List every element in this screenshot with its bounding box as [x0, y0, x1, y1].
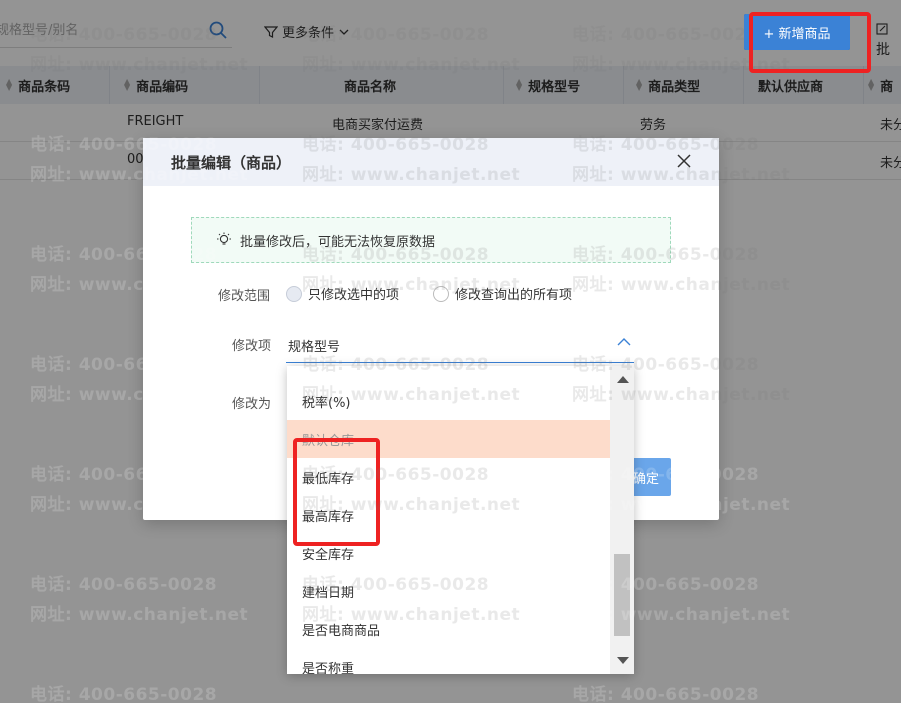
- field-label: 修改项: [232, 339, 272, 354]
- dropdown-option[interactable]: 是否电商商品: [287, 610, 610, 648]
- scroll-up-icon[interactable]: [617, 376, 629, 383]
- change-to-label: 修改为: [232, 397, 272, 412]
- scope-label: 修改范围: [218, 289, 271, 304]
- radio-circle[interactable]: [433, 285, 449, 302]
- scroll-down-icon[interactable]: [617, 657, 629, 664]
- tip-text: 批量修改后，可能无法恢复原数据: [240, 234, 436, 250]
- dialog-header: 批量编辑（商品）: [143, 138, 719, 186]
- annotation-highlight-box: [749, 12, 871, 73]
- warning-tip: 批量修改后，可能无法恢复原数据: [191, 217, 671, 263]
- dialog-title: 批量编辑（商品）: [171, 153, 292, 172]
- radio-circle[interactable]: [286, 285, 302, 302]
- close-icon[interactable]: [675, 152, 693, 170]
- scope-selected-radio[interactable]: 只修改选中的项: [286, 284, 399, 303]
- lightbulb-icon: [217, 232, 231, 245]
- field-select[interactable]: 规格型号: [286, 329, 634, 363]
- dropdown-option[interactable]: 建档日期: [287, 572, 610, 610]
- dropdown-option[interactable]: 税率(%): [287, 382, 610, 420]
- dropdown-option[interactable]: 是否称重: [287, 648, 610, 675]
- chevron-up-icon[interactable]: [616, 335, 632, 351]
- annotation-highlight-box: [293, 438, 380, 546]
- scope-all-radio[interactable]: 修改查询出的所有项: [433, 284, 572, 303]
- field-select-value: 规格型号: [288, 340, 341, 355]
- scroll-thumb[interactable]: [614, 554, 630, 636]
- dropdown-scrollbar[interactable]: [610, 366, 634, 674]
